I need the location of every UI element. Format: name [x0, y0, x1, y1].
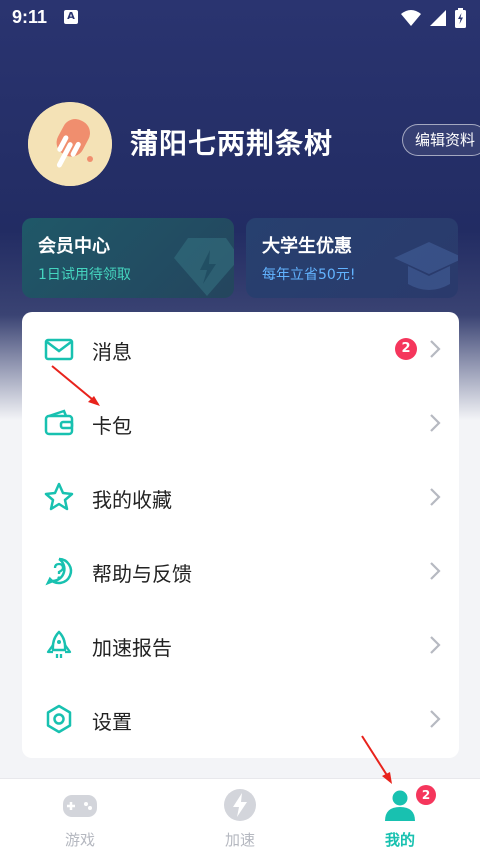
menu-item-label: 我的收藏: [92, 488, 172, 512]
chevron-right-icon: [430, 414, 441, 432]
member-center-subtitle: 1日试用待领取: [38, 267, 131, 283]
star-icon: [44, 482, 74, 511]
menu-item-help-feedback[interactable]: 帮助与反馈: [22, 534, 459, 608]
tab-mine[interactable]: 2 我的: [320, 779, 480, 853]
bolt-icon: [224, 789, 256, 821]
menu-item-card-wallet[interactable]: 卡包: [22, 386, 459, 460]
settings-icon: [46, 704, 72, 734]
menu-item-messages[interactable]: 消息 2: [22, 312, 459, 386]
status-icons: [401, 8, 466, 28]
menu-item-label: 帮助与反馈: [92, 562, 192, 586]
menu-item-label: 卡包: [92, 414, 132, 438]
member-center-title: 会员中心: [38, 236, 110, 257]
student-discount-card[interactable]: 大学生优惠 每年立省50元!: [246, 218, 458, 298]
wifi-icon: [401, 10, 421, 26]
chevron-right-icon: [430, 710, 441, 728]
menu-item-favorites[interactable]: 我的收藏: [22, 460, 459, 534]
diamond-icon: [174, 238, 234, 296]
chevron-right-icon: [430, 488, 441, 506]
tab-label: 我的: [384, 831, 415, 849]
user-icon: [385, 790, 415, 821]
chevron-right-icon: [430, 636, 441, 654]
edit-profile-button[interactable]: 编辑资料: [402, 124, 480, 156]
member-center-card[interactable]: 会员中心 1日试用待领取: [22, 218, 234, 298]
menu-item-label: 加速报告: [92, 636, 172, 660]
tab-games[interactable]: 游戏: [0, 779, 160, 853]
menu-item-speed-report[interactable]: 加速报告: [22, 608, 459, 682]
menu-card: 消息 2 卡包 我的收藏 帮助与反馈 加速报告 设置: [22, 312, 459, 758]
graduation-cap-icon: [394, 242, 458, 290]
rocket-icon: [46, 630, 72, 658]
wallet-icon: [44, 409, 74, 436]
menu-item-label: 消息: [92, 340, 132, 364]
bottom-tab-bar: 游戏 加速 2 我的: [0, 778, 480, 853]
avatar-popsicle-icon: [28, 102, 112, 186]
student-discount-title: 大学生优惠: [262, 236, 352, 257]
gamepad-icon: [63, 795, 97, 817]
tab-boost[interactable]: 加速: [160, 779, 320, 853]
tab-badge: 2: [416, 785, 436, 805]
status-bar: 9:11 A: [0, 0, 480, 36]
menu-item-label: 设置: [92, 710, 132, 734]
help-icon: [45, 557, 73, 586]
unread-badge: 2: [395, 338, 417, 360]
mail-icon: [44, 338, 74, 361]
avatar[interactable]: [28, 102, 112, 186]
chevron-right-icon: [430, 562, 441, 580]
notification-a-icon: A: [64, 10, 78, 24]
chevron-right-icon: [430, 340, 441, 358]
battery-icon: [455, 8, 466, 28]
tab-label: 游戏: [64, 831, 95, 849]
menu-item-settings[interactable]: 设置: [22, 682, 459, 756]
username: 蒲阳七两荆条树: [130, 127, 334, 160]
tab-label: 加速: [224, 831, 255, 849]
status-time: 9:11: [12, 7, 48, 27]
student-discount-subtitle: 每年立省50元!: [262, 267, 356, 283]
signal-icon: [430, 10, 446, 26]
